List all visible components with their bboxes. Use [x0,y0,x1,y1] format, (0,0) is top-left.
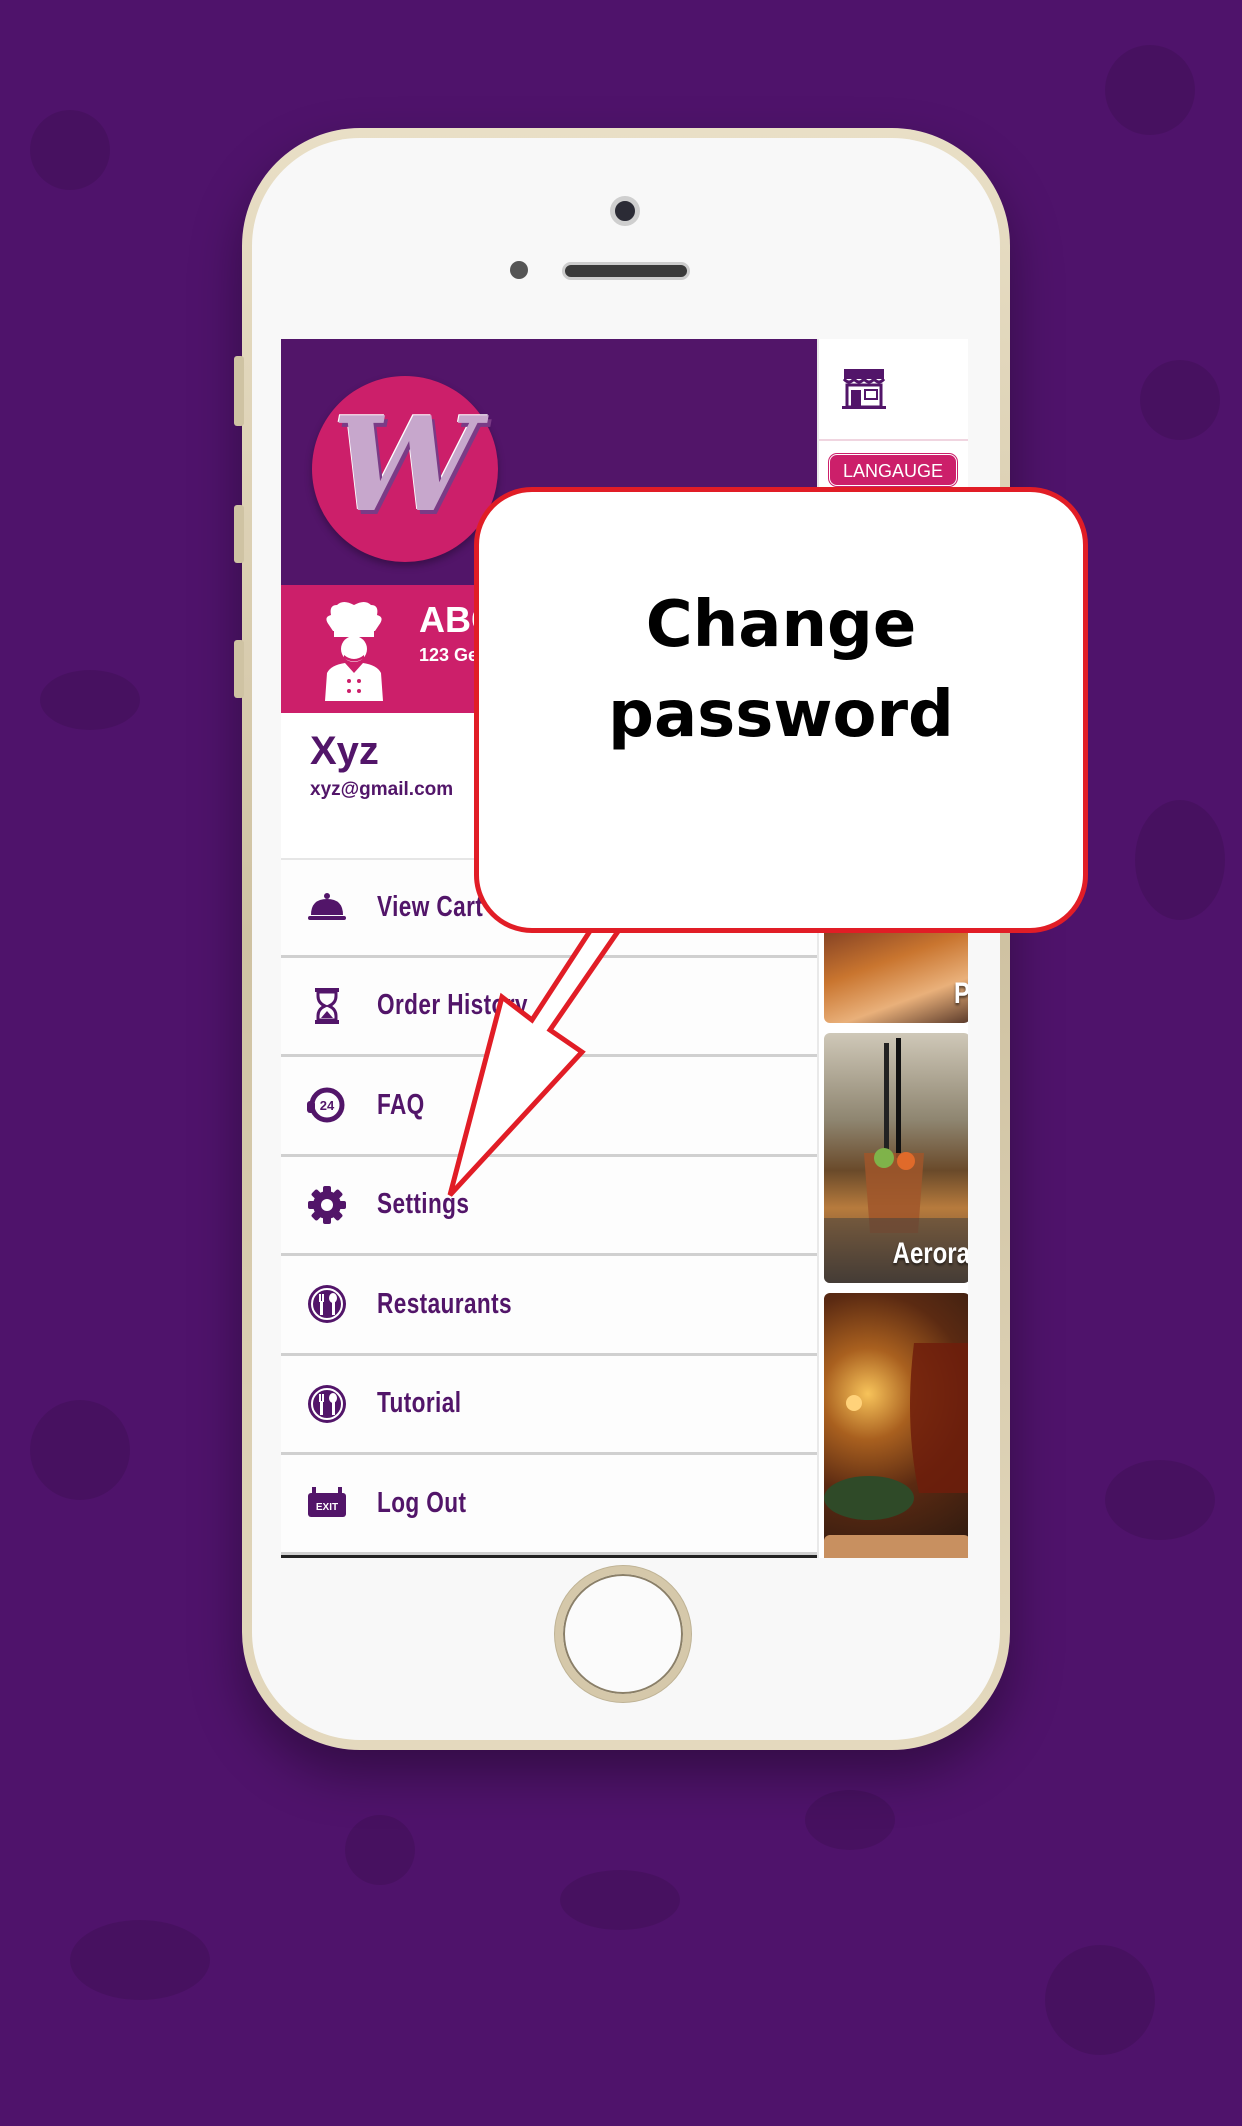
menu-item-tutorial[interactable]: Tutorial [281,1355,817,1455]
phone-volume-down [234,640,244,698]
proximity-sensor [510,261,528,279]
fork-spoon-icon [308,1384,346,1423]
home-button[interactable] [555,1566,691,1702]
menu-item-restaurants[interactable]: Restaurants [281,1256,817,1356]
svg-text:EXIT: EXIT [316,1502,338,1513]
restaurant-card[interactable] [824,1293,968,1545]
store-icon [842,369,886,409]
restaurant-card[interactable]: Aerora [824,1033,968,1283]
restaurant-card[interactable]: P [824,923,968,1023]
gear-icon [308,1185,346,1224]
hourglass-icon [315,987,339,1024]
front-camera [610,196,640,226]
menu-label: Tutorial [377,1387,462,1420]
fork-spoon-icon [308,1285,346,1324]
phone-volume-up [234,505,244,563]
app-logo: W [312,376,498,562]
menu-label: Restaurants [377,1287,513,1320]
cloche-icon [308,893,346,921]
support-24-icon: 24 [307,1087,345,1123]
store-button[interactable] [819,339,968,441]
svg-text:24: 24 [320,1098,335,1113]
callout-line-2: password [608,678,954,752]
chef-icon [325,602,383,701]
restaurant-address: 123 Ge [419,645,479,665]
menu-label: Log Out [377,1486,467,1519]
menu-item-log-out[interactable]: EXIT Log Out [281,1455,817,1555]
restaurant-card-title: P [853,977,968,1011]
user-email: xyz@gmail.com [310,779,454,800]
exit-icon: EXIT [308,1487,346,1518]
callout-text: Change password [608,580,954,760]
restaurant-card[interactable] [824,1535,968,1558]
language-button[interactable]: LANGAUGE [829,454,957,486]
callout-line-1: Change [645,588,917,662]
user-name: Xyz [310,729,379,773]
phone-side-button [234,356,244,426]
restaurant-card-title: Aerora [892,1237,968,1270]
change-password-callout: Change password [474,487,1088,933]
menu-label: FAQ [377,1088,425,1121]
earpiece-speaker [562,262,690,280]
tea-photo [824,1343,968,1520]
